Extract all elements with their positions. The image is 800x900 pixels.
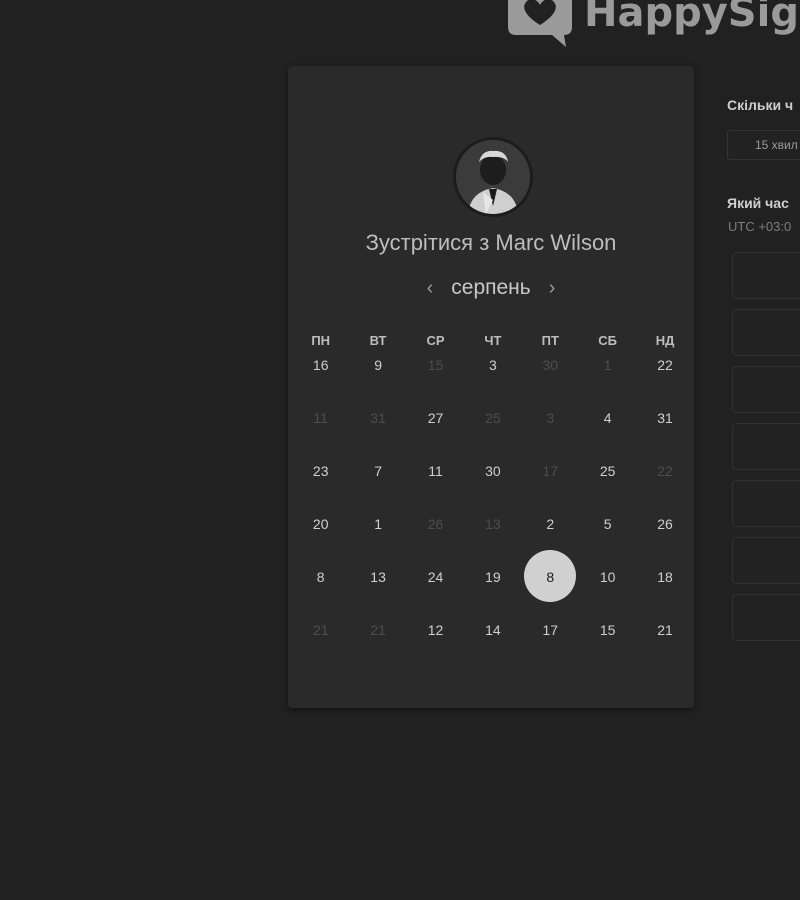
calendar-day: 11 (313, 410, 328, 426)
weekday-label: ПТ (541, 333, 559, 348)
calendar-day[interactable]: 4 (579, 408, 636, 428)
duration-question: Скільки ч (727, 97, 794, 113)
weekday-label: ЧТ (484, 333, 502, 348)
calendar-day: 26 (427, 516, 444, 532)
meeting-title: Зустрітися з Marc Wilson (365, 230, 617, 255)
calendar-day-selected[interactable]: 8 (522, 550, 579, 602)
calendar-day: 3 (546, 410, 555, 426)
calendar-day: 1 (603, 357, 612, 373)
time-question: Який час (727, 195, 789, 211)
time-slot[interactable] (732, 309, 800, 356)
month-navigation: ‹ серпень › (288, 274, 694, 302)
calendar-day[interactable]: 8 (292, 567, 349, 587)
weekday-header: ПН ВТ СР ЧТ ПТ СБ НД (292, 333, 694, 348)
calendar-day[interactable]: 27 (407, 408, 464, 428)
calendar-day[interactable]: 24 (407, 567, 464, 587)
calendar-card: Зустрітися з Marc Wilson ‹ серпень › ПН … (288, 66, 694, 708)
calendar-day[interactable]: 3 (464, 355, 521, 375)
page: HappySig Зустрітися з Marc Wilson ‹ серп… (0, 0, 800, 900)
calendar-week-row: 16 9 15 3 30 1 22 (292, 355, 694, 375)
calendar-day[interactable]: 12 (407, 620, 464, 640)
chevron-right-icon[interactable]: › (545, 274, 560, 302)
calendar-day: 17 (542, 463, 559, 479)
time-slot[interactable] (732, 423, 800, 470)
host-avatar (453, 137, 533, 217)
calendar-day[interactable]: 13 (349, 567, 406, 587)
heart-speech-bubble-icon (508, 0, 572, 47)
time-slot[interactable] (732, 252, 800, 299)
calendar-day[interactable]: 15 (579, 620, 636, 640)
calendar-day[interactable]: 11 (407, 461, 464, 481)
calendar-day[interactable]: 1 (349, 514, 406, 534)
time-slot[interactable] (732, 480, 800, 527)
calendar-day[interactable]: 22 (636, 355, 693, 375)
time-slot[interactable] (732, 537, 800, 584)
calendar-day[interactable]: 7 (349, 461, 406, 481)
time-slot[interactable] (732, 594, 800, 641)
duration-select[interactable]: 15 хвил (727, 130, 800, 160)
weekday-label: СБ (598, 333, 618, 348)
calendar-day[interactable]: 25 (579, 461, 636, 481)
user-avatar-icon (456, 140, 530, 214)
calendar-day[interactable]: 18 (636, 567, 693, 587)
calendar-day[interactable]: 19 (464, 567, 521, 587)
calendar-day: 31 (370, 410, 386, 426)
calendar-day: 13 (485, 516, 501, 532)
calendar-day: 30 (542, 357, 559, 373)
calendar-day[interactable]: 23 (292, 461, 349, 481)
time-slot[interactable] (732, 366, 800, 413)
calendar-day[interactable]: 10 (579, 567, 636, 587)
calendar-day[interactable]: 2 (522, 514, 579, 534)
month-label: серпень (451, 276, 531, 299)
booking-panel: Скільки ч 15 хвил Який час UTC +03:0 (727, 0, 800, 900)
calendar-week-row: 23 7 11 30 17 25 22 (292, 461, 694, 481)
calendar-day[interactable]: 5 (579, 514, 636, 534)
calendar-day: 15 (427, 357, 444, 373)
weekday-label: ПН (311, 333, 331, 348)
calendar-week-row: 8 13 24 19 8 10 18 (292, 550, 694, 602)
weekday-label: ВТ (369, 333, 387, 348)
calendar-day[interactable]: 31 (636, 408, 693, 428)
calendar-day: 22 (657, 463, 673, 479)
calendar-day[interactable]: 17 (522, 620, 579, 640)
weekday-label: НД (655, 333, 675, 348)
calendar-week-row: 11 31 27 25 3 4 31 (292, 408, 694, 428)
calendar-day[interactable]: 30 (464, 461, 521, 481)
calendar-day: 25 (485, 410, 501, 426)
timezone-label[interactable]: UTC +03:0 (728, 219, 791, 234)
calendar-day[interactable]: 16 (292, 355, 349, 375)
calendar-week-row: 21 21 12 14 17 15 21 (292, 620, 694, 640)
calendar-day[interactable]: 9 (349, 355, 406, 375)
weekday-label: СР (426, 333, 445, 348)
calendar-day[interactable]: 20 (292, 514, 349, 534)
calendar-day[interactable]: 21 (636, 620, 693, 640)
calendar-day[interactable]: 26 (636, 514, 693, 534)
calendar-week-row: 20 1 26 13 2 5 26 (292, 514, 694, 534)
chevron-left-icon[interactable]: ‹ (423, 274, 438, 302)
calendar-day: 21 (370, 622, 386, 638)
calendar-day[interactable]: 14 (464, 620, 521, 640)
calendar-day: 21 (312, 622, 329, 638)
